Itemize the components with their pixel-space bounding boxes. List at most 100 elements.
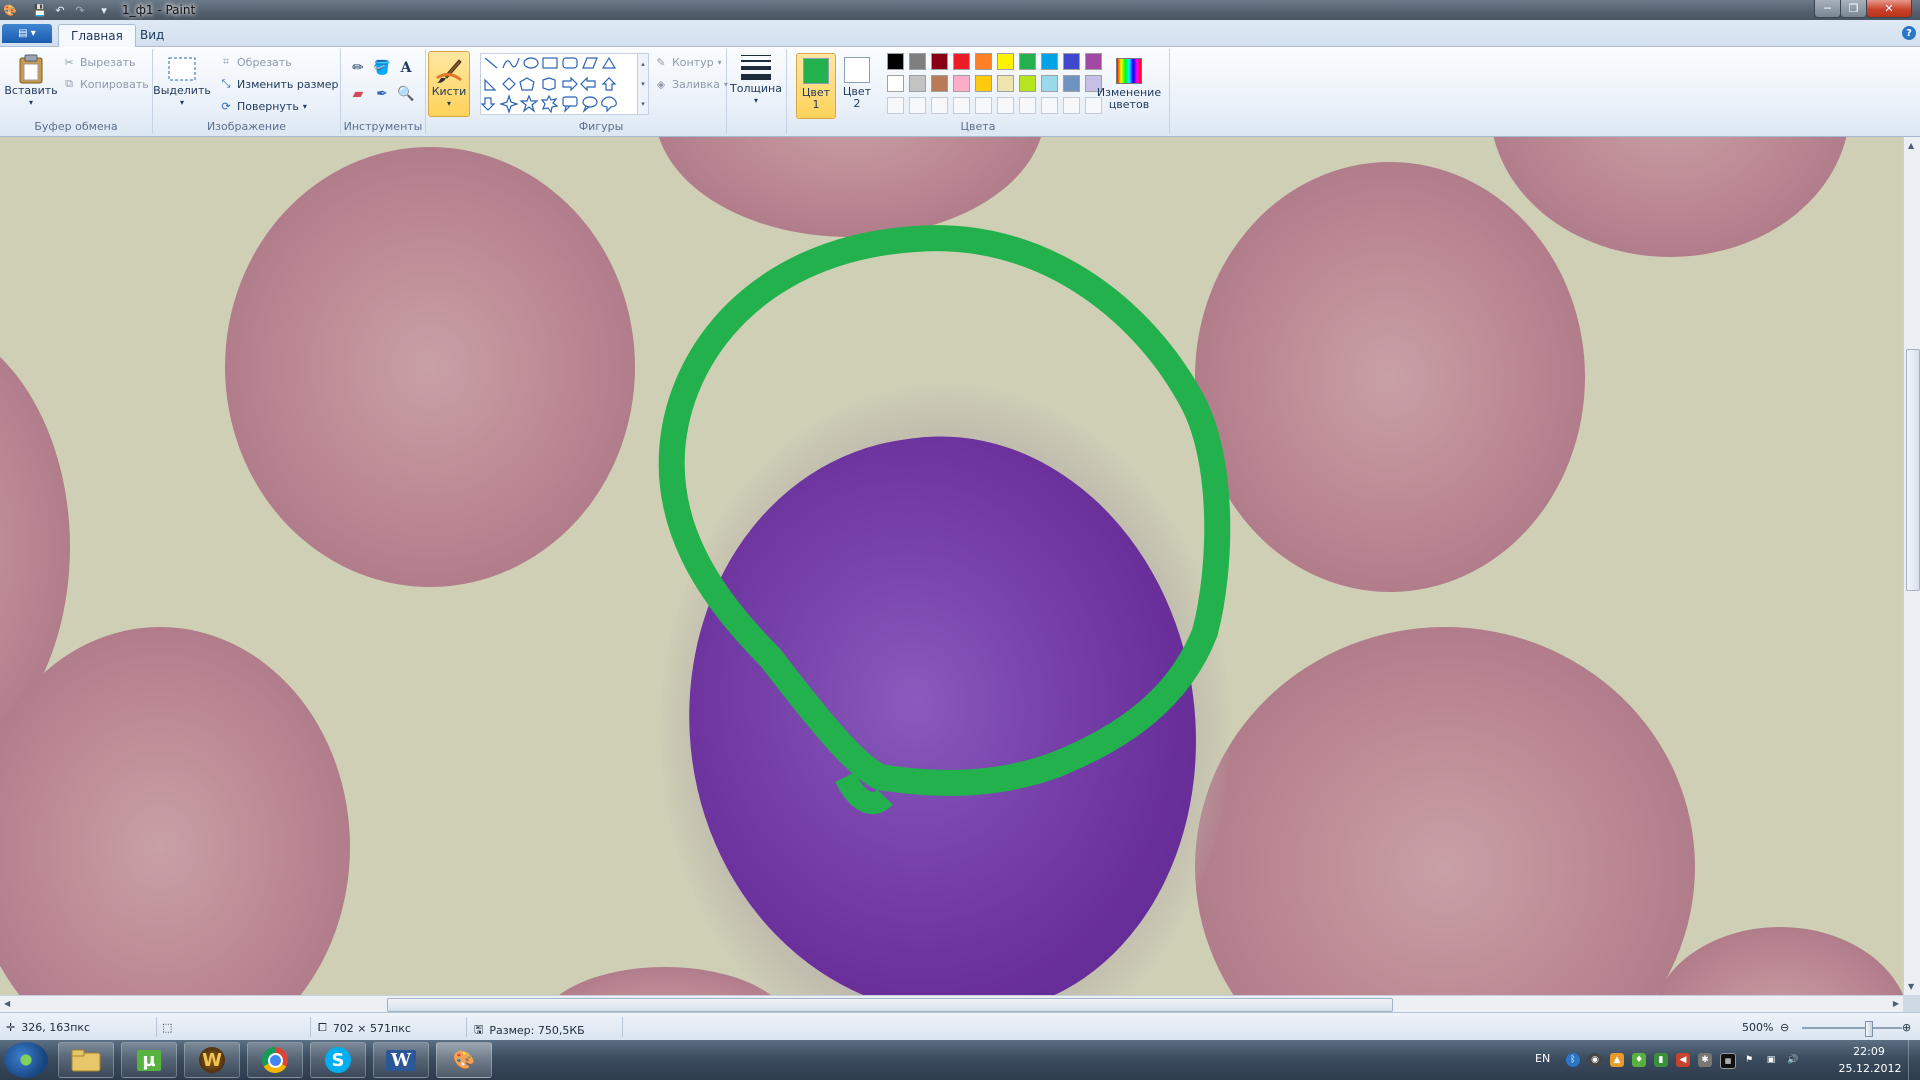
palette-color-swatch[interactable]: [1063, 75, 1080, 92]
scroll-up-icon[interactable]: ▲: [1908, 141, 1914, 150]
undo-icon[interactable]: ↶: [52, 2, 68, 18]
explorer-taskbar-icon[interactable]: [58, 1042, 114, 1078]
zoom-slider[interactable]: [1802, 1021, 1902, 1037]
tray-app-icon[interactable]: ▲: [1610, 1053, 1624, 1067]
paint-app-icon[interactable]: 🎨: [2, 2, 18, 18]
palette-color-swatch[interactable]: [997, 53, 1014, 70]
palette-color-swatch[interactable]: [909, 75, 926, 92]
custom-color-slot[interactable]: [975, 97, 992, 114]
help-icon[interactable]: ?: [1902, 26, 1916, 40]
tray-app-icon[interactable]: ♦: [1632, 1053, 1646, 1067]
magnifier-icon[interactable]: 🔍: [395, 83, 417, 105]
minimize-button[interactable]: ─: [1814, 0, 1841, 18]
bluetooth-icon[interactable]: ᛒ: [1566, 1053, 1580, 1067]
rotate-button[interactable]: ⟳ Повернуть ▾: [219, 99, 306, 113]
vertical-scrollbar[interactable]: ▲ ▼: [1903, 137, 1920, 995]
scroll-right-icon[interactable]: ▶: [1893, 999, 1899, 1008]
palette-color-swatch[interactable]: [1019, 75, 1036, 92]
network-status-icon[interactable]: ▮: [1654, 1053, 1668, 1067]
color-picker-icon[interactable]: ✒: [371, 83, 393, 105]
action-center-flag-icon[interactable]: ⚑: [1742, 1053, 1756, 1067]
custom-color-slot[interactable]: [997, 97, 1014, 114]
palette-color-swatch[interactable]: [887, 75, 904, 92]
custom-color-slot[interactable]: [953, 97, 970, 114]
word-taskbar-icon[interactable]: W: [373, 1042, 429, 1078]
palette-color-swatch[interactable]: [931, 53, 948, 70]
show-desktop-button[interactable]: [1908, 1040, 1920, 1080]
tab-view[interactable]: Вид: [128, 24, 176, 45]
steam-icon[interactable]: ◉: [1588, 1053, 1602, 1067]
tab-home[interactable]: Главная: [58, 24, 136, 47]
tray-app-icon[interactable]: ✱: [1698, 1053, 1712, 1067]
eraser-icon[interactable]: ▰: [347, 83, 369, 105]
custom-color-slot[interactable]: [1041, 97, 1058, 114]
tray-app-icon[interactable]: ▦: [1720, 1053, 1736, 1069]
palette-color-swatch[interactable]: [887, 53, 904, 70]
close-button[interactable]: ✕: [1866, 0, 1912, 18]
custom-color-slot[interactable]: [887, 97, 904, 114]
palette-color-swatch[interactable]: [909, 53, 926, 70]
scroll-left-icon[interactable]: ◀: [4, 999, 10, 1008]
text-tool-icon[interactable]: A: [395, 57, 417, 79]
resize-button[interactable]: ⤡ Изменить размер: [219, 77, 339, 91]
custom-color-slot[interactable]: [909, 97, 926, 114]
utorrent-taskbar-icon[interactable]: µ: [121, 1042, 177, 1078]
vertical-scroll-thumb[interactable]: [1906, 349, 1920, 591]
volume-icon[interactable]: 🔊: [1786, 1053, 1800, 1067]
palette-color-swatch[interactable]: [931, 75, 948, 92]
color1-swatch: [803, 58, 829, 84]
zoom-in-icon[interactable]: ⊕: [1902, 1021, 1911, 1034]
horizontal-scrollbar[interactable]: ◀ ▶: [0, 995, 1903, 1013]
copy-button[interactable]: ⧉ Копировать: [62, 77, 149, 91]
color2-selector[interactable]: Цвет 2: [838, 53, 876, 117]
redo-icon[interactable]: ↷: [72, 2, 88, 18]
palette-color-swatch[interactable]: [953, 53, 970, 70]
skype-taskbar-icon[interactable]: S: [310, 1042, 366, 1078]
crop-button[interactable]: ⌗ Обрезать: [219, 55, 292, 69]
scissors-icon: ✂: [64, 55, 74, 69]
customize-toolbar-icon[interactable]: ▾: [96, 2, 112, 18]
outline-button[interactable]: ✎ Контур ▾: [654, 55, 721, 69]
select-button[interactable]: Выделить ▾: [153, 53, 211, 109]
disk-icon: 🖫: [474, 1023, 484, 1036]
fill-bucket-icon[interactable]: 🪣: [371, 57, 393, 79]
size-button[interactable]: Толщина ▾: [730, 51, 782, 107]
edit-colors-button[interactable]: Изменение цветов: [1097, 55, 1161, 111]
chrome-taskbar-icon[interactable]: [247, 1042, 303, 1078]
clock-date: 25.12.2012: [1838, 1062, 1902, 1075]
drawing-canvas[interactable]: [0, 137, 1903, 995]
network-icon[interactable]: ▣: [1764, 1053, 1778, 1067]
warcraft-taskbar-icon[interactable]: W: [184, 1042, 240, 1078]
brushes-button[interactable]: Кисти ▾: [428, 51, 470, 117]
custom-color-slot[interactable]: [1063, 97, 1080, 114]
paint-taskbar-icon[interactable]: 🎨: [436, 1042, 492, 1078]
palette-color-swatch[interactable]: [1041, 75, 1058, 92]
palette-color-swatch[interactable]: [975, 53, 992, 70]
palette-color-swatch[interactable]: [1063, 53, 1080, 70]
palette-color-swatch[interactable]: [1041, 53, 1058, 70]
shapes-scroll[interactable]: ▴ ▾ ▾: [637, 53, 649, 115]
language-indicator[interactable]: EN: [1535, 1052, 1550, 1065]
zoom-slider-thumb[interactable]: [1865, 1021, 1873, 1037]
color1-selector[interactable]: Цвет 1: [796, 53, 836, 119]
palette-color-swatch[interactable]: [1019, 53, 1036, 70]
clock[interactable]: 22:09: [1849, 1045, 1889, 1058]
custom-color-slot[interactable]: [1019, 97, 1036, 114]
pencil-icon[interactable]: ✏: [347, 57, 369, 79]
palette-color-swatch[interactable]: [997, 75, 1014, 92]
save-icon[interactable]: 💾: [32, 2, 48, 18]
maximize-button[interactable]: ❐: [1840, 0, 1867, 18]
shapes-group-label: Фигуры: [578, 120, 624, 133]
horizontal-scroll-thumb[interactable]: [387, 998, 1393, 1012]
palette-color-swatch[interactable]: [975, 75, 992, 92]
scroll-down-icon[interactable]: ▼: [1908, 982, 1914, 991]
paint-menu-button[interactable]: ▤ ▾: [2, 24, 52, 43]
fill-button[interactable]: ◈ Заливка ▾: [654, 77, 728, 91]
tray-app-icon[interactable]: ◀: [1676, 1053, 1690, 1067]
custom-color-slot[interactable]: [931, 97, 948, 114]
zoom-out-icon[interactable]: ⊖: [1780, 1021, 1789, 1034]
paste-button[interactable]: Вставить ▾: [4, 53, 58, 109]
cut-button[interactable]: ✂ Вырезать: [62, 55, 135, 69]
start-button[interactable]: [4, 1042, 48, 1078]
palette-color-swatch[interactable]: [953, 75, 970, 92]
